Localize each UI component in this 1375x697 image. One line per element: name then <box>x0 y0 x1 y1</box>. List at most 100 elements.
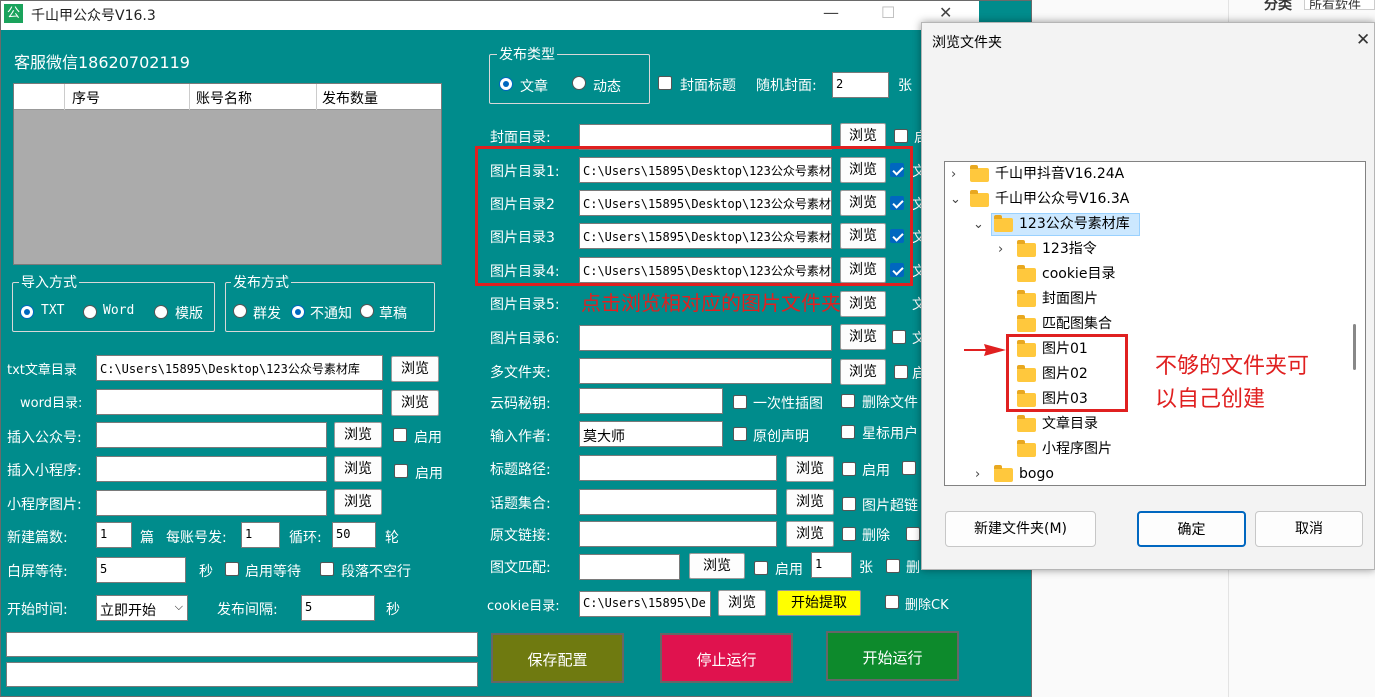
save-config-button[interactable]: 保存配置 <box>491 633 624 683</box>
multi-folder-browse-button[interactable]: 浏览 <box>840 359 886 385</box>
radio-txt[interactable] <box>20 305 34 319</box>
delete-file-checkbox[interactable] <box>841 394 855 408</box>
txt-dir-input[interactable]: C:\Users\15895\Desktop\123公众号素材库 <box>96 355 383 381</box>
tree-item[interactable]: 文章目录 <box>945 412 1341 437</box>
radio-moment[interactable] <box>572 76 586 90</box>
title-path-input[interactable] <box>579 455 777 481</box>
title-path-checkbox[interactable] <box>842 462 856 476</box>
account-table[interactable]: 序号 账号名称 发布数量 <box>13 83 442 265</box>
img-match-delete-checkbox[interactable] <box>886 559 900 573</box>
img-match-browse-button[interactable]: 浏览 <box>689 553 745 579</box>
start-fetch-button[interactable]: 开始提取 <box>777 590 861 616</box>
insert-mini-input[interactable] <box>96 456 327 482</box>
multi-folder-checkbox[interactable] <box>894 365 908 379</box>
loop-input[interactable]: 50 <box>332 522 376 548</box>
img-match-enable-checkbox[interactable] <box>754 561 768 575</box>
tree-item[interactable]: 小程序图片 <box>945 437 1341 462</box>
tree-item[interactable]: 封面图片 <box>945 287 1341 312</box>
topic-browse-button[interactable]: 浏览 <box>786 489 834 515</box>
chevron-right-icon[interactable]: › <box>951 162 956 187</box>
img-match-input[interactable] <box>579 554 680 580</box>
author-input[interactable]: 莫大师 <box>579 421 723 447</box>
radio-no-notify[interactable] <box>291 305 305 319</box>
column-header-account[interactable]: 账号名称 <box>196 88 252 108</box>
chevron-right-icon[interactable]: › <box>975 462 980 485</box>
cover-title-checkbox[interactable] <box>658 76 672 90</box>
ok-button[interactable]: 确定 <box>1137 511 1246 547</box>
img-dir6-checkbox[interactable] <box>892 330 906 344</box>
delete-ck-checkbox[interactable] <box>885 595 899 609</box>
no-blank-para-checkbox[interactable] <box>320 562 334 576</box>
close-icon[interactable]: ✕ <box>939 3 952 22</box>
insert-gzh-input[interactable] <box>96 422 327 448</box>
tree-item[interactable]: cookie目录 <box>945 262 1341 287</box>
insert-mini-enable-checkbox[interactable] <box>394 464 408 478</box>
annotation-text: 点击浏览相对应的图片文件夹 <box>581 291 841 315</box>
chevron-right-icon[interactable]: › <box>998 237 1003 262</box>
radio-group-send[interactable] <box>233 304 247 318</box>
start-time-select[interactable]: 立即开始 ⌵ <box>96 595 188 621</box>
column-header-index[interactable]: 序号 <box>72 88 100 108</box>
enable-wait-checkbox[interactable] <box>225 562 239 576</box>
cover-enable-checkbox[interactable] <box>894 129 908 143</box>
stop-button[interactable]: 停止运行 <box>660 633 793 683</box>
close-icon[interactable]: ✕ <box>1356 30 1370 50</box>
folder-tree[interactable]: › 千山甲抖音V16.24A ⌄ 千山甲公众号V16.3A ⌄ 123公众号素材库 ›… <box>944 161 1366 486</box>
category-select[interactable]: 所有软件 <box>1304 0 1375 10</box>
maximize-icon[interactable]: ☐ <box>881 3 895 22</box>
start-button[interactable]: 开始运行 <box>826 631 959 681</box>
topic-input[interactable] <box>579 489 777 515</box>
per-account-input[interactable]: 1 <box>241 522 280 548</box>
chevron-down-icon[interactable]: ⌄ <box>973 212 984 237</box>
scrollbar-thumb[interactable] <box>1353 324 1356 370</box>
tree-item[interactable]: 图片03 <box>945 387 1341 412</box>
new-folder-button[interactable]: 新建文件夹(M) <box>945 511 1096 547</box>
tree-item[interactable]: › 123指令 <box>945 237 1341 262</box>
tree-item[interactable]: ⌄ 千山甲公众号V16.3A <box>945 187 1341 212</box>
radio-word[interactable] <box>83 305 97 319</box>
orig-link-browse-button[interactable]: 浏览 <box>786 521 834 547</box>
new-count-input[interactable]: 1 <box>96 522 132 548</box>
cookie-browse-button[interactable]: 浏览 <box>718 590 766 616</box>
cookie-dir-input[interactable]: C:\Users\15895\De <box>579 591 711 617</box>
tree-item-selected[interactable]: ⌄ 123公众号素材库 <box>945 212 1341 237</box>
minimize-icon[interactable]: — <box>823 3 839 22</box>
orig-link-extra-checkbox[interactable] <box>906 527 920 541</box>
once-insert-checkbox[interactable] <box>733 395 747 409</box>
title-path-browse-button[interactable]: 浏览 <box>786 456 834 482</box>
title-path-extra-checkbox[interactable] <box>902 461 916 475</box>
insert-mini-browse-button[interactable]: 浏览 <box>334 456 382 482</box>
tree-item[interactable]: › bogo <box>945 462 1341 485</box>
column-header-count[interactable]: 发布数量 <box>322 88 378 108</box>
img-match-count-input[interactable]: 1 <box>811 552 852 578</box>
mini-img-input[interactable] <box>96 490 327 516</box>
cancel-button[interactable]: 取消 <box>1255 511 1363 547</box>
interval-input[interactable]: 5 <box>301 595 375 621</box>
radio-template[interactable] <box>154 305 168 319</box>
word-dir-input[interactable] <box>96 389 383 415</box>
tree-item[interactable]: 匹配图集合 <box>945 312 1341 337</box>
multi-folder-input[interactable] <box>579 358 832 384</box>
radio-draft[interactable] <box>360 304 374 318</box>
mini-img-browse-button[interactable]: 浏览 <box>334 489 382 515</box>
original-checkbox[interactable] <box>733 427 747 441</box>
orig-link-delete-checkbox[interactable] <box>842 527 856 541</box>
star-user-checkbox[interactable] <box>841 425 855 439</box>
img-dir6-input[interactable] <box>579 325 832 351</box>
yunma-input[interactable] <box>579 388 723 414</box>
insert-gzh-browse-button[interactable]: 浏览 <box>334 422 382 448</box>
orig-link-input[interactable] <box>579 521 777 547</box>
tree-item[interactable]: › 千山甲抖音V16.24A <box>945 162 1341 187</box>
img-dir5-browse-button[interactable]: 浏览 <box>840 291 886 317</box>
txt-browse-button[interactable]: 浏览 <box>391 356 439 382</box>
log-field-2[interactable] <box>6 662 478 687</box>
white-wait-input[interactable]: 5 <box>96 557 186 583</box>
random-cover-input[interactable]: 2 <box>832 72 889 98</box>
word-browse-button[interactable]: 浏览 <box>391 390 439 416</box>
insert-gzh-enable-checkbox[interactable] <box>393 428 407 442</box>
img-link-checkbox[interactable] <box>842 497 856 511</box>
img-dir6-browse-button[interactable]: 浏览 <box>840 324 886 350</box>
log-field-1[interactable] <box>6 632 478 657</box>
chevron-down-icon[interactable]: ⌄ <box>950 187 961 212</box>
radio-article[interactable] <box>499 77 513 91</box>
